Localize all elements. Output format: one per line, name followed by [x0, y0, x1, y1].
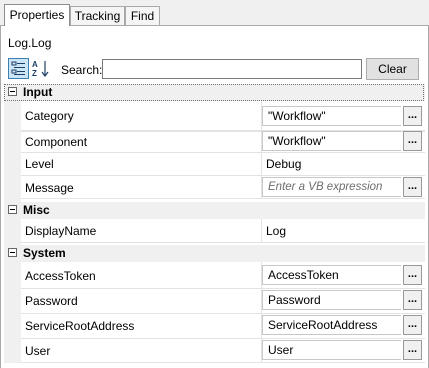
property-name: Category: [25, 109, 74, 123]
category-label: Misc: [23, 203, 50, 217]
property-row-level: Level: [21, 153, 425, 176]
ellipsis-button[interactable]: ...: [403, 290, 422, 310]
property-name: Level: [25, 157, 54, 171]
sort-alphabetical-icon: A Z: [32, 60, 49, 78]
category-misc-header[interactable]: Misc: [4, 202, 425, 219]
sort-alphabetical-button[interactable]: A Z: [31, 58, 51, 79]
property-value-message[interactable]: Enter a VB expression: [262, 177, 401, 197]
property-name: AccessToken: [25, 269, 96, 283]
grid-left-margin: [4, 101, 21, 363]
property-value-serviceroot[interactable]: ServiceRootAddress: [262, 315, 401, 335]
ellipsis-button[interactable]: ...: [403, 131, 422, 151]
svg-text:Z: Z: [32, 69, 37, 78]
property-value-user[interactable]: User: [262, 340, 401, 360]
property-name: ServiceRootAddress: [25, 319, 135, 333]
property-value-category[interactable]: "Workflow": [262, 106, 401, 126]
tab-properties[interactable]: Properties: [4, 4, 70, 26]
property-value-component[interactable]: "Workflow": [262, 131, 401, 151]
property-name: Message: [25, 181, 74, 195]
collapse-icon[interactable]: [8, 205, 17, 214]
property-name: Password: [25, 294, 78, 308]
tab-strip: Properties Tracking Find: [0, 0, 429, 26]
svg-text:A: A: [32, 60, 38, 69]
ellipsis-button[interactable]: ...: [403, 315, 422, 335]
search-label: Search:: [61, 63, 103, 77]
property-value-level[interactable]: Debug: [266, 157, 301, 171]
clear-button[interactable]: Clear: [366, 58, 419, 80]
property-value-displayname[interactable]: Log: [266, 224, 286, 238]
tab-find[interactable]: Find: [125, 6, 160, 25]
property-value-password[interactable]: Password: [262, 290, 401, 310]
ellipsis-button[interactable]: ...: [403, 106, 422, 126]
ellipsis-button[interactable]: ...: [403, 340, 422, 360]
property-name: DisplayName: [25, 224, 97, 238]
tab-tracking[interactable]: Tracking: [70, 6, 125, 25]
categorized-view-button[interactable]: [8, 58, 29, 79]
property-value-accesstoken[interactable]: AccessToken: [262, 265, 401, 285]
property-row-displayname: DisplayName: [21, 219, 425, 243]
activity-title: Log.Log: [8, 36, 52, 50]
category-system-header[interactable]: System: [4, 245, 425, 262]
category-label: System: [23, 246, 66, 260]
search-input[interactable]: [102, 59, 362, 79]
categorized-view-icon: [11, 61, 25, 75]
focus-outline: [4, 84, 424, 101]
ellipsis-button[interactable]: ...: [403, 265, 422, 285]
property-name: Component: [25, 135, 88, 149]
ellipsis-button[interactable]: ...: [403, 177, 422, 197]
property-name: User: [25, 344, 51, 358]
collapse-icon[interactable]: [8, 248, 17, 257]
